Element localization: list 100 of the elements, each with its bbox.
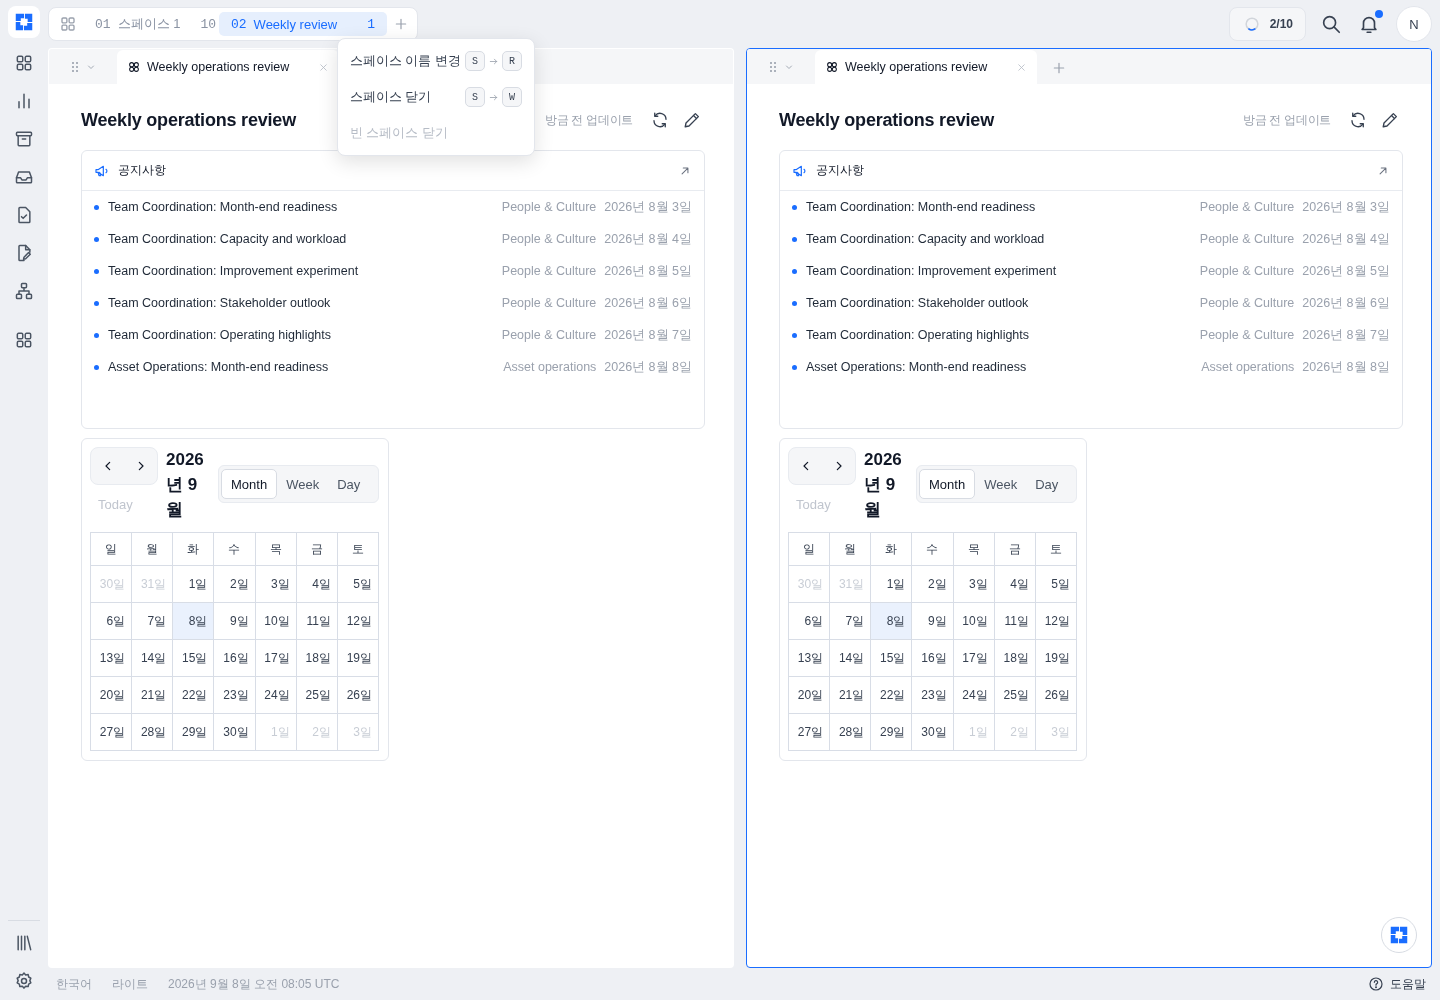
day-cell[interactable]: 3일 <box>953 565 995 603</box>
day-cell[interactable]: 23일 <box>213 676 256 714</box>
notice-title[interactable]: Team Coordination: Improvement experiment <box>806 264 1200 278</box>
view-tab[interactable]: Week <box>975 469 1027 499</box>
notice-title[interactable]: Team Coordination: Month-end readiness <box>806 200 1200 214</box>
day-cell[interactable]: 15일 <box>870 639 912 677</box>
day-cell[interactable]: 4일 <box>296 565 338 603</box>
day-cell[interactable]: 10일 <box>953 602 995 640</box>
day-cell[interactable]: 18일 <box>994 639 1036 677</box>
day-cell[interactable]: 1일 <box>870 565 912 603</box>
day-cell[interactable]: 16일 <box>911 639 954 677</box>
space-tab[interactable]: 02 Weekly review 1 <box>219 12 387 36</box>
pencil-icon[interactable] <box>683 111 701 129</box>
day-cell[interactable]: 30일 <box>911 713 954 751</box>
day-cell[interactable]: 3일 <box>255 565 297 603</box>
day-cell[interactable]: 14일 <box>131 639 173 677</box>
search-icon[interactable] <box>1320 13 1342 35</box>
view-tab[interactable]: Month <box>221 469 278 499</box>
grid-icon[interactable] <box>14 53 34 73</box>
day-cell[interactable]: 4일 <box>994 565 1036 603</box>
day-cell[interactable]: 21일 <box>131 676 173 714</box>
day-cell[interactable]: 14일 <box>829 639 871 677</box>
day-cell[interactable]: 10일 <box>255 602 297 640</box>
pencil-icon[interactable] <box>1381 111 1399 129</box>
day-cell[interactable]: 11일 <box>994 602 1036 640</box>
day-cell[interactable]: 6일 <box>90 602 132 640</box>
day-cell[interactable]: 6일 <box>788 602 830 640</box>
day-cell[interactable]: 2일 <box>213 565 256 603</box>
day-cell[interactable]: 8일 <box>870 602 912 640</box>
day-cell[interactable]: 2일 <box>911 565 954 603</box>
assistant-button[interactable] <box>1381 917 1417 953</box>
day-cell[interactable]: 29일 <box>172 713 214 751</box>
day-cell[interactable]: 17일 <box>255 639 297 677</box>
progress-indicator[interactable]: 2/10 <box>1228 7 1306 41</box>
pane-tab[interactable]: Weekly operations review <box>815 50 1037 84</box>
notice-title[interactable]: Team Coordination: Operating highlights <box>806 328 1200 342</box>
notice-title[interactable]: Team Coordination: Stakeholder outlook <box>108 296 502 310</box>
day-cell[interactable]: 24일 <box>953 676 995 714</box>
day-cell[interactable]: 11일 <box>296 602 338 640</box>
day-cell[interactable]: 30일 <box>213 713 256 751</box>
pane-tab[interactable]: Weekly operations review <box>117 50 339 84</box>
notice-title[interactable]: Asset Operations: Month-end readiness <box>108 360 504 374</box>
day-cell[interactable]: 23일 <box>911 676 954 714</box>
day-cell[interactable]: 17일 <box>953 639 995 677</box>
day-cell[interactable]: 26일 <box>337 676 379 714</box>
day-cell[interactable]: 5일 <box>1035 565 1077 603</box>
day-cell[interactable]: 22일 <box>172 676 214 714</box>
day-cell[interactable]: 25일 <box>994 676 1036 714</box>
refresh-icon[interactable] <box>1349 111 1367 129</box>
notice-title[interactable]: Team Coordination: Capacity and workload <box>108 232 502 246</box>
view-tab[interactable]: Day <box>328 469 370 499</box>
notice-title[interactable]: Team Coordination: Capacity and workload <box>806 232 1200 246</box>
day-cell[interactable]: 29일 <box>870 713 912 751</box>
day-cell[interactable]: 18일 <box>296 639 338 677</box>
day-cell[interactable]: 8일 <box>172 602 214 640</box>
day-cell[interactable]: 7일 <box>829 602 871 640</box>
menu-item[interactable]: 스페이스 닫기 S W <box>338 79 534 115</box>
day-cell[interactable]: 7일 <box>131 602 173 640</box>
day-cell[interactable]: 21일 <box>829 676 871 714</box>
app-logo[interactable] <box>8 6 40 38</box>
day-cell[interactable]: 20일 <box>90 676 132 714</box>
day-cell[interactable]: 20일 <box>788 676 830 714</box>
view-tab[interactable]: Month <box>919 469 976 499</box>
notice-title[interactable]: Team Coordination: Improvement experiment <box>108 264 502 278</box>
day-cell[interactable]: 24일 <box>255 676 297 714</box>
library-icon[interactable] <box>14 933 34 953</box>
day-cell[interactable]: 26일 <box>1035 676 1077 714</box>
day-cell[interactable]: 28일 <box>829 713 871 751</box>
day-cell[interactable]: 15일 <box>172 639 214 677</box>
archive-icon[interactable] <box>14 129 34 149</box>
day-cell[interactable]: 13일 <box>90 639 132 677</box>
day-cell[interactable]: 28일 <box>131 713 173 751</box>
notice-category: People & Culture <box>501 200 597 214</box>
day-cell[interactable]: 19일 <box>337 639 379 677</box>
day-cell[interactable]: 25일 <box>296 676 338 714</box>
day-cell[interactable]: 9일 <box>213 602 256 640</box>
day-cell[interactable]: 12일 <box>1035 602 1077 640</box>
menu-item[interactable]: 스페이스 이름 변경 S R <box>338 43 534 79</box>
notice-title[interactable]: Team Coordination: Month-end readiness <box>108 200 502 214</box>
day-cell[interactable]: 27일 <box>90 713 132 751</box>
view-tab[interactable]: Day <box>1026 469 1068 499</box>
refresh-icon[interactable] <box>651 111 669 129</box>
day-cell[interactable]: 5일 <box>337 565 379 603</box>
day-cell[interactable]: 19일 <box>1035 639 1077 677</box>
settings-icon[interactable] <box>14 971 34 991</box>
notice-title[interactable]: Team Coordination: Stakeholder outlook <box>806 296 1200 310</box>
day-cell[interactable]: 13일 <box>788 639 830 677</box>
notice-title[interactable]: Team Coordination: Operating highlights <box>108 328 502 342</box>
day-cell[interactable]: 9일 <box>911 602 954 640</box>
day-cell[interactable]: 27일 <box>788 713 830 751</box>
user-avatar[interactable]: N <box>1396 6 1432 42</box>
view-tab[interactable]: Week <box>277 469 329 499</box>
day-cell[interactable]: 12일 <box>337 602 379 640</box>
notice-title[interactable]: Asset Operations: Month-end readiness <box>806 360 1202 374</box>
day-cell[interactable]: 1일 <box>172 565 214 603</box>
sitemap-icon[interactable] <box>14 281 34 301</box>
grid-icon[interactable] <box>14 330 34 350</box>
help-link[interactable]: 도움말 <box>1390 975 1426 993</box>
day-cell[interactable]: 16일 <box>213 639 256 677</box>
day-cell[interactable]: 22일 <box>870 676 912 714</box>
